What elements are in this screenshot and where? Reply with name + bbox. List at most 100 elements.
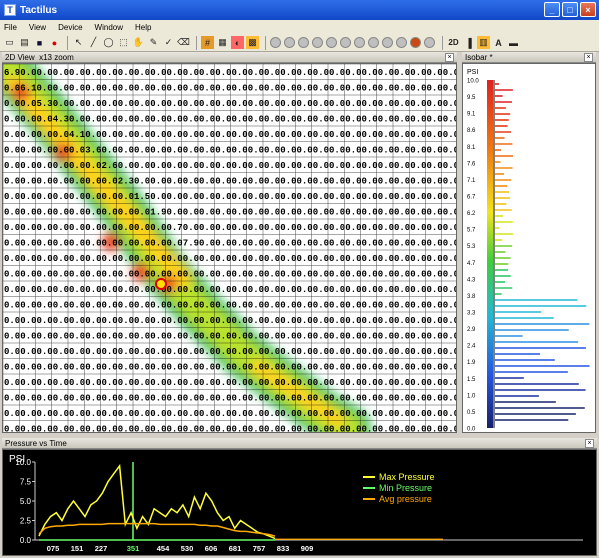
cell-value: 0.0: [264, 285, 280, 295]
text-icon[interactable]: A: [492, 36, 505, 49]
view2d-close-button[interactable]: ×: [445, 53, 454, 62]
cell-value: 0.0: [118, 223, 134, 233]
new-icon[interactable]: ▭: [3, 36, 16, 49]
menu-help[interactable]: Help: [135, 23, 151, 32]
cell-value: 0.0: [313, 363, 329, 373]
pressure-map-2d[interactable]: 6.9 0.0 0.0 0.0 0.0 0.0 0.0 0.0 0.0 0.0 0.0 0.0 0.0 0…: [2, 63, 457, 433]
cell-value: 0.0: [280, 347, 296, 357]
cell-value: 0.0: [394, 394, 410, 404]
cell-value: 0.0: [134, 239, 150, 249]
playback-button[interactable]: [368, 37, 379, 48]
cell-value: 0.0: [134, 84, 150, 94]
minimize-button[interactable]: _: [544, 2, 560, 17]
rectangle-select-icon[interactable]: ⬚: [117, 36, 130, 49]
cell-value: 0.0: [69, 316, 85, 326]
isobar-close-button[interactable]: ×: [584, 53, 593, 62]
cell-value: 0.0: [378, 177, 394, 187]
menu-view[interactable]: View: [29, 23, 46, 32]
playback-button[interactable]: [270, 37, 281, 48]
isobar-tick-label: 7.6: [467, 161, 476, 167]
cell-value: 0.0: [118, 161, 134, 171]
cell-value: 0.0: [248, 347, 264, 357]
playback-button[interactable]: [340, 37, 351, 48]
histogram-icon[interactable]: ▥: [477, 36, 490, 49]
color-map-icon[interactable]: ◐: [231, 36, 244, 49]
contour-icon[interactable]: ▩: [246, 36, 259, 49]
cell-value: 0.0: [215, 208, 231, 218]
cell-value: 0.0: [199, 347, 215, 357]
playback-button[interactable]: [312, 37, 323, 48]
playback-button[interactable]: [298, 37, 309, 48]
cell-value: 0.0: [85, 254, 101, 264]
cell-value: 0.0: [345, 130, 361, 140]
playback-button[interactable]: [326, 37, 337, 48]
cell-value: 0.0: [183, 177, 199, 187]
pointer-icon[interactable]: ↖: [72, 36, 85, 49]
cell-value: 0.0: [394, 99, 410, 109]
menu-file[interactable]: File: [4, 23, 17, 32]
cell-value: 0.0: [53, 394, 69, 404]
save-icon[interactable]: ■: [33, 36, 46, 49]
cell-value: 0.0: [345, 208, 361, 218]
title-bar: T Tactilus _ □ ×: [0, 0, 599, 20]
cell-value: 0.0: [313, 146, 329, 156]
cell-value: 0.0: [232, 146, 248, 156]
stop-icon[interactable]: ●: [48, 36, 61, 49]
pressure-time-close-button[interactable]: ×: [585, 439, 594, 448]
playback-button[interactable]: [284, 37, 295, 48]
cell-value: 0.0: [297, 192, 313, 202]
cell-value: 0.0: [345, 270, 361, 280]
eraser-icon[interactable]: ⌫: [177, 36, 190, 49]
view-2d-icon[interactable]: 2D: [447, 36, 460, 49]
cell-value: 7.9: [183, 239, 199, 249]
cell-value: 0.0: [102, 223, 118, 233]
ellipse-icon[interactable]: ◯: [102, 36, 115, 49]
open-icon[interactable]: ▤: [18, 36, 31, 49]
cell-value: 0.0: [248, 409, 264, 419]
close-button[interactable]: ×: [580, 2, 596, 17]
playback-button[interactable]: [382, 37, 393, 48]
cell-value: 0.0: [37, 301, 53, 311]
menu-window[interactable]: Window: [95, 23, 123, 32]
pencil-icon[interactable]: ✎: [147, 36, 160, 49]
cell-value: 0.0: [394, 270, 410, 280]
line-icon[interactable]: ╱: [87, 36, 100, 49]
cell-value: 0.0: [102, 316, 118, 326]
cell-value: 0.0: [85, 332, 101, 342]
grid-icon[interactable]: #: [201, 36, 214, 49]
cell-value: 0.0: [410, 146, 426, 156]
cell-value: 0.0: [362, 208, 378, 218]
cell-value: 0.0: [20, 115, 36, 125]
isobar-tick-label: 4.7: [467, 261, 476, 267]
menu-device[interactable]: Device: [58, 23, 82, 32]
cell-value: 0.0: [69, 363, 85, 373]
cell-value: 0.0: [20, 146, 36, 156]
palette-icon[interactable]: ▬: [507, 36, 520, 49]
cell-value: 0.0: [394, 239, 410, 249]
cell-value: 0.0: [232, 254, 248, 264]
cell-value: 0.0: [394, 68, 410, 78]
playback-button[interactable]: [396, 37, 407, 48]
bar-chart-icon[interactable]: ▐: [462, 36, 475, 49]
cell-value: 0.0: [53, 130, 69, 140]
legend-label: Min Pressure: [379, 483, 432, 493]
hand-icon[interactable]: ✋: [132, 36, 145, 49]
measure-icon[interactable]: ✓: [162, 36, 175, 49]
cell-value: 0.0: [199, 254, 215, 264]
playback-button[interactable]: [424, 37, 435, 48]
cell-value: 0.0: [248, 394, 264, 404]
record-button[interactable]: [410, 37, 421, 48]
cell-value: 0.0: [410, 177, 426, 187]
cell-value: 2.6: [102, 161, 118, 171]
cell-value: 2.3: [118, 177, 134, 187]
pressure-time-title: Pressure vs Time: [5, 438, 67, 448]
cell-value: 0.0: [183, 332, 199, 342]
cell-value: 0.0: [443, 130, 457, 140]
isobar-tick-label: 8.1: [467, 145, 476, 151]
cell-value: 0.0: [248, 425, 264, 434]
layers-icon[interactable]: ▦: [216, 36, 229, 49]
cell-value: 0.0: [134, 301, 150, 311]
cell-value: 0.0: [85, 99, 101, 109]
playback-button[interactable]: [354, 37, 365, 48]
maximize-button[interactable]: □: [562, 2, 578, 17]
